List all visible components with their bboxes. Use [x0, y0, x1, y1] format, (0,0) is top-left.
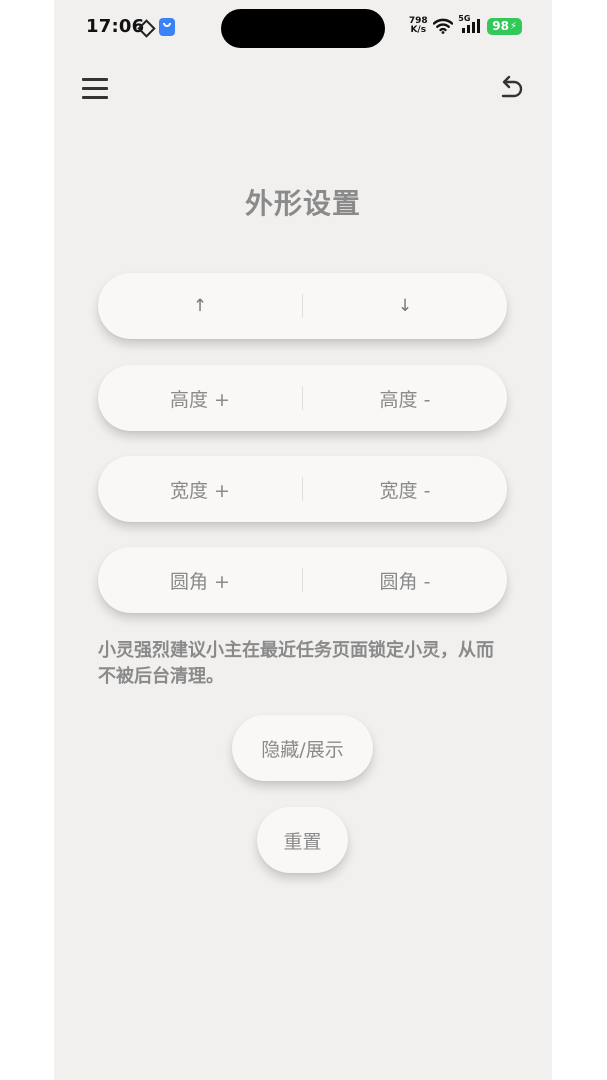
width-increase-button[interactable]: 宽度 +	[98, 456, 302, 522]
page-title: 外形设置	[244, 187, 361, 220]
height-increase-button[interactable]: 高度 +	[98, 365, 302, 431]
reset-button[interactable]: 重置	[257, 807, 348, 873]
diamond-app-icon	[137, 18, 156, 38]
move-down-button[interactable]: ↓	[303, 273, 507, 339]
battery-level: 98	[492, 18, 509, 33]
lock-tip-text: 小灵强烈建议小主在最近任务页面锁定小灵，从而不被后台清理。	[98, 640, 494, 687]
charging-bolt-icon: ⚡	[509, 20, 517, 32]
width-control-row: 宽度 + 宽度 -	[98, 456, 507, 522]
wifi-icon	[433, 18, 454, 34]
dynamic-island	[221, 9, 385, 48]
arrow-up-icon: ↑	[192, 296, 208, 316]
status-bar: 17:06 798 K/s 5G 98 ⚡	[54, 0, 552, 56]
corner-radius-increase-button[interactable]: 圆角 +	[98, 547, 302, 613]
network-speed: 798 K/s	[408, 17, 428, 35]
shopping-bag-icon	[159, 18, 175, 36]
move-up-button[interactable]: ↑	[98, 273, 302, 339]
phone-screen: 17:06 798 K/s 5G 98 ⚡ 外形设置 ↑ ↓ 高度 + 高度 -…	[54, 0, 552, 1080]
hamburger-menu-icon[interactable]	[82, 78, 108, 100]
move-control-row: ↑ ↓	[98, 273, 507, 339]
height-control-row: 高度 + 高度 -	[98, 365, 507, 431]
battery-indicator: 98 ⚡	[487, 17, 522, 35]
arrow-down-icon: ↓	[397, 296, 413, 316]
cellular-signal-icon: 5G	[458, 14, 482, 34]
status-right-icons: 798 K/s 5G 98 ⚡	[408, 14, 522, 35]
height-decrease-button[interactable]: 高度 -	[303, 365, 507, 431]
signal-type-label: 5G	[458, 14, 471, 23]
status-notification-icons	[137, 18, 175, 38]
corner-radius-decrease-button[interactable]: 圆角 -	[303, 547, 507, 613]
corner-radius-control-row: 圆角 + 圆角 -	[98, 547, 507, 613]
status-time: 17:06	[86, 16, 145, 37]
width-decrease-button[interactable]: 宽度 -	[303, 456, 507, 522]
undo-icon[interactable]	[498, 74, 524, 102]
hide-show-button[interactable]: 隐藏/展示	[232, 715, 373, 781]
network-speed-unit: K/s	[410, 25, 427, 35]
